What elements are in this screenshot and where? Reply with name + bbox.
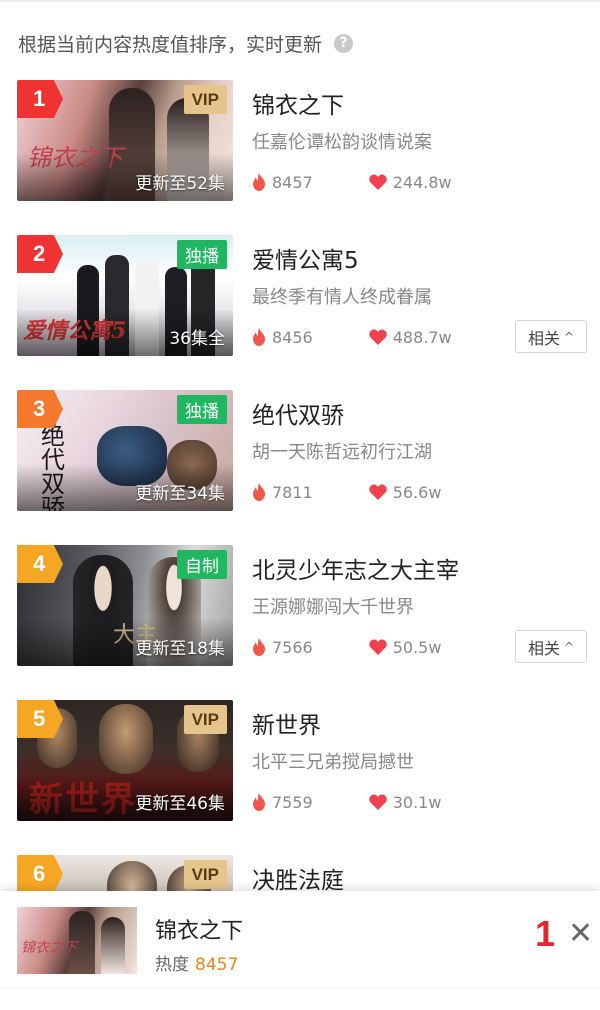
- episode-status: 更新至46集: [135, 794, 225, 814]
- poster-thumbnail[interactable]: 绝代双骄 3 独播 更新至34集: [17, 390, 233, 511]
- show-title[interactable]: 爱情公寓5: [252, 241, 359, 275]
- exclusive-badge: 独播: [177, 395, 227, 424]
- episode-status: 36集全: [169, 329, 225, 349]
- episode-status: 更新至18集: [135, 639, 225, 659]
- related-button[interactable]: 相关 ^: [515, 630, 587, 663]
- show-title[interactable]: 新世界: [252, 706, 321, 740]
- rank-badge: 1: [17, 80, 63, 118]
- vip-badge: VIP: [183, 85, 227, 114]
- heart-icon: [369, 174, 387, 190]
- like-count: 488.7w: [392, 327, 452, 347]
- show-stats: 8456 488.7w: [252, 326, 452, 348]
- like-count: 56.6w: [392, 482, 442, 502]
- related-label: 相关: [527, 638, 560, 658]
- show-title[interactable]: 绝代双骄: [252, 396, 344, 430]
- top-divider: [0, 0, 600, 2]
- ranking-description: 根据当前内容热度值排序，实时更新: [18, 33, 323, 56]
- poster-thumbnail[interactable]: 大主 4 自制 更新至18集: [17, 545, 233, 666]
- flame-icon: [253, 173, 265, 191]
- show-subtitle: 最终季有情人终成眷属: [252, 287, 432, 308]
- heart-icon: [369, 794, 387, 810]
- like-count: 50.5w: [392, 637, 442, 657]
- now-playing-bar[interactable]: 锦衣之下 锦衣之下 热度 8457 1 ✕: [0, 891, 600, 987]
- show-stats: 8457 244.8w: [252, 171, 452, 193]
- now-playing-rank: 1: [535, 913, 556, 954]
- flame-icon: [253, 638, 265, 656]
- now-playing-heat: 热度 8457: [155, 950, 238, 975]
- flame-icon: [253, 328, 265, 346]
- heat-value: 7811: [272, 482, 313, 502]
- episode-status: 更新至52集: [135, 174, 225, 194]
- show-stats: 7559 30.1w: [252, 791, 441, 813]
- show-title[interactable]: 决胜法庭: [252, 861, 344, 895]
- show-subtitle: 胡一天陈哲远初行江湖: [252, 442, 432, 463]
- vip-badge: VIP: [183, 705, 227, 734]
- heart-icon: [369, 484, 387, 500]
- show-subtitle: 北平三兄弟搅局撼世: [252, 752, 414, 773]
- exclusive-badge: 独播: [177, 240, 227, 269]
- poster-thumbnail[interactable]: 锦衣之下 1 VIP 更新至52集: [17, 80, 233, 201]
- original-badge: 自制: [177, 550, 227, 579]
- like-count: 244.8w: [392, 172, 452, 192]
- rank-badge: 5: [17, 700, 63, 738]
- now-playing-thumbnail[interactable]: 锦衣之下: [17, 907, 137, 974]
- rank-badge: 3: [17, 390, 63, 428]
- list-item[interactable]: 新世界 5 VIP 更新至46集 新世界 北平三兄弟搅局撼世 7559 30.1…: [0, 700, 600, 855]
- question-circle-icon[interactable]: ?: [334, 33, 354, 53]
- show-title[interactable]: 北灵少年志之大主宰: [252, 551, 459, 585]
- show-subtitle: 王源娜娜闯大千世界: [252, 597, 414, 618]
- show-stats: 7566 50.5w: [252, 636, 441, 658]
- rank-badge: 2: [17, 235, 63, 273]
- episode-status: 更新至34集: [135, 484, 225, 504]
- ranking-header: 根据当前内容热度值排序，实时更新 ?: [18, 26, 354, 60]
- list-item[interactable]: 爱情公寓5 2 独播 36集全 爱情公寓5 最终季有情人终成眷属 8456 48…: [0, 235, 600, 390]
- close-x-icon[interactable]: ✕: [568, 919, 593, 949]
- ranking-list: 锦衣之下 1 VIP 更新至52集 锦衣之下 任嘉伦谭松韵谈情说案 8457 2…: [0, 80, 600, 1010]
- heat-label: 热度: [155, 955, 189, 975]
- poster-thumbnail[interactable]: 新世界 5 VIP 更新至46集: [17, 700, 233, 821]
- heat-value: 8457: [195, 955, 239, 975]
- now-playing-title[interactable]: 锦衣之下: [155, 913, 243, 945]
- poster-thumbnail[interactable]: 爱情公寓5 2 独播 36集全: [17, 235, 233, 356]
- heart-icon: [369, 329, 387, 345]
- show-title[interactable]: 锦衣之下: [252, 86, 344, 120]
- heat-value: 7559: [272, 792, 313, 812]
- like-count: 30.1w: [392, 792, 442, 812]
- rank-badge: 4: [17, 545, 63, 583]
- heat-value: 7566: [272, 637, 313, 657]
- show-subtitle: 任嘉伦谭松韵谈情说案: [252, 132, 432, 153]
- flame-icon: [253, 483, 265, 501]
- list-item[interactable]: 绝代双骄 3 独播 更新至34集 绝代双骄 胡一天陈哲远初行江湖 7811 56…: [0, 390, 600, 545]
- chevron-up-icon: ^: [563, 329, 575, 344]
- flame-icon: [253, 793, 265, 811]
- heat-value: 8456: [272, 327, 313, 347]
- vip-badge: VIP: [183, 860, 227, 889]
- list-item[interactable]: 锦衣之下 1 VIP 更新至52集 锦衣之下 任嘉伦谭松韵谈情说案 8457 2…: [0, 80, 600, 235]
- list-item[interactable]: 大主 4 自制 更新至18集 北灵少年志之大主宰 王源娜娜闯大千世界 7566 …: [0, 545, 600, 700]
- chevron-up-icon: ^: [563, 639, 575, 654]
- show-stats: 7811 56.6w: [252, 481, 441, 503]
- rank-badge: 6: [17, 855, 63, 893]
- heat-value: 8457: [272, 172, 313, 192]
- heart-icon: [369, 639, 387, 655]
- related-button[interactable]: 相关 ^: [515, 320, 587, 353]
- related-label: 相关: [527, 328, 560, 348]
